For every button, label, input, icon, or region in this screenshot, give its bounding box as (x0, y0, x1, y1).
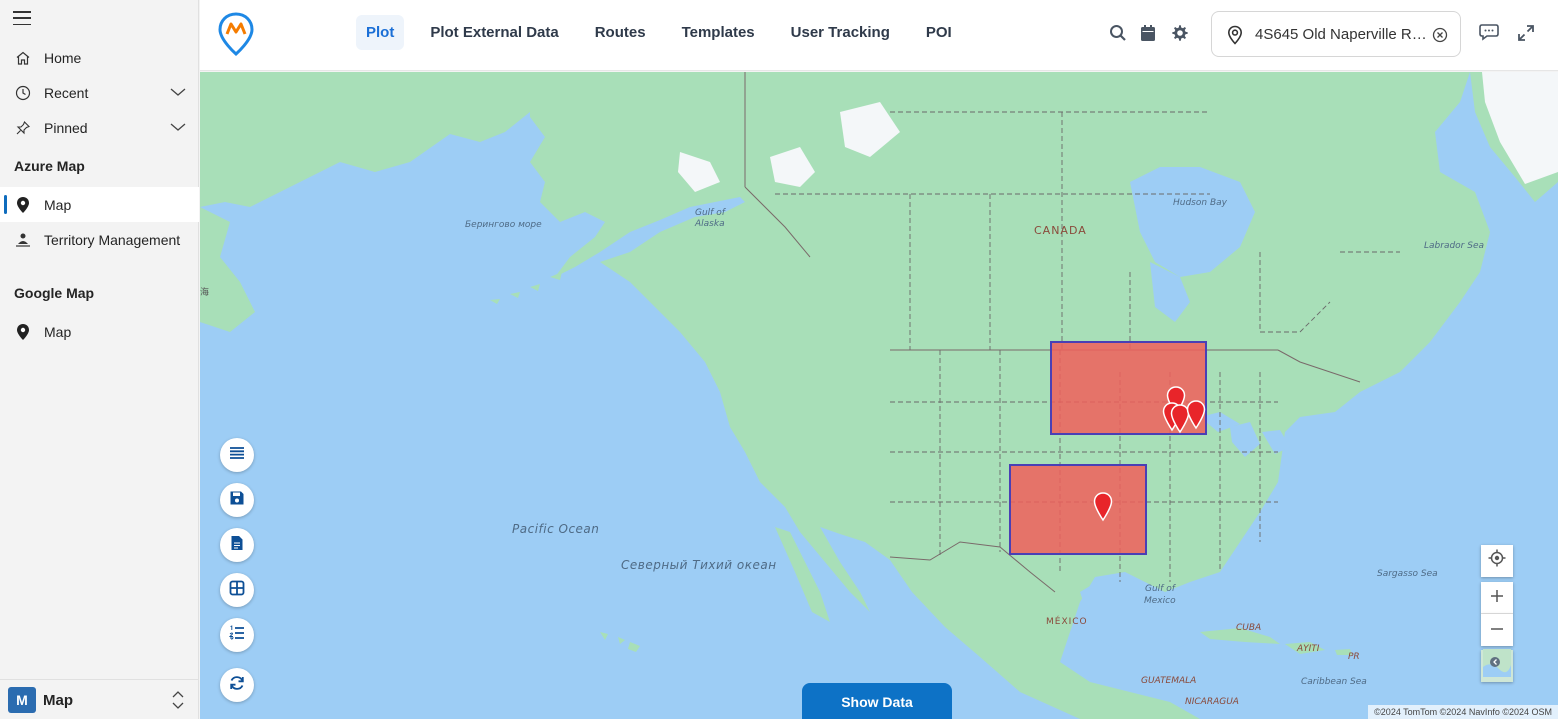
expand-icon[interactable] (1516, 23, 1536, 43)
map-label-bering: Берингово море (465, 220, 542, 230)
address-search-value[interactable]: 4S645 Old Naperville Road, Naperville, I… (1255, 26, 1427, 43)
map-label-pacific-ru: Северный Тихий океан (621, 558, 777, 572)
sidebar-item-google-map[interactable]: Map (0, 314, 199, 349)
territory-south[interactable] (1009, 464, 1147, 555)
app-badge: M (8, 687, 36, 713)
map-label-pacific-ocean: Pacific Ocean (512, 522, 600, 536)
map-label-haiti: AYITI (1297, 644, 1320, 654)
map-style-button[interactable] (1481, 649, 1513, 683)
sidebar-item-label: Recent (44, 84, 89, 101)
top-bar: Plot Plot External Data Routes Templates… (200, 0, 1558, 71)
list-icon (229, 446, 245, 465)
chevron-down-icon[interactable] (169, 120, 187, 136)
map-basemap (200, 72, 1558, 719)
tab-poi[interactable]: POI (916, 15, 962, 50)
map-marker-icon (14, 323, 32, 341)
map-label-hudson: Hudson Bay (1173, 198, 1227, 208)
list-button[interactable] (220, 438, 254, 472)
app-logo-icon[interactable] (218, 12, 254, 61)
map-label-gulf-alaska-2: Alaska (695, 219, 725, 229)
chevron-up-down-icon[interactable] (171, 690, 185, 715)
home-icon (14, 49, 32, 67)
map-marker-icon (14, 196, 32, 214)
map-label-caribbean: Caribbean Sea (1301, 677, 1367, 687)
map-label-gulf-alaska-1: Gulf of (695, 208, 725, 218)
map-label-nicaragua: NICARAGUA (1185, 697, 1239, 707)
pin-icon (14, 119, 32, 137)
map-label-canada: CANADA (1034, 224, 1087, 237)
gear-icon[interactable] (1170, 23, 1190, 43)
sidebar-item-label: Home (44, 49, 82, 66)
tab-user-tracking[interactable]: User Tracking (781, 15, 900, 50)
my-location-button[interactable] (1481, 545, 1513, 577)
save-icon (229, 490, 245, 511)
crosshair-icon (1488, 549, 1506, 573)
map-marker[interactable] (1186, 400, 1206, 430)
chat-icon[interactable] (1479, 22, 1499, 42)
map-marker[interactable] (1093, 492, 1113, 522)
sidebar-item-territory-management[interactable]: Territory Management (0, 222, 199, 257)
main-nav: Plot Plot External Data Routes Templates… (356, 15, 978, 50)
map-label-pr: PR (1348, 652, 1360, 662)
calendar-icon[interactable] (1138, 23, 1158, 43)
map-label-cuba: CUBA (1236, 623, 1262, 633)
show-data-button[interactable]: Show Data (802, 683, 952, 719)
map-label-labrador: Labrador Sea (1424, 241, 1485, 251)
sidebar-item-label: Pinned (44, 119, 88, 136)
refresh-icon (229, 675, 245, 696)
sidebar-item-pinned[interactable]: Pinned (0, 110, 199, 145)
numbered-list-icon (228, 624, 245, 646)
tab-plot-external-data[interactable]: Plot External Data (420, 15, 568, 50)
location-pin-icon (1227, 25, 1243, 50)
clear-icon[interactable] (1432, 27, 1448, 48)
section-title-google-map: Google Map (14, 285, 95, 301)
refresh-button[interactable] (220, 668, 254, 702)
zoom-out-button[interactable] (1481, 614, 1513, 646)
minus-icon (1490, 619, 1504, 642)
sidebar-item-label: Territory Management (44, 231, 181, 248)
save-button[interactable] (220, 483, 254, 517)
address-search-box[interactable]: 4S645 Old Naperville Road, Naperville, I… (1211, 11, 1461, 57)
map-attribution: ©2024 TomTom ©2024 NavInfo ©2024 OSM (1368, 705, 1558, 719)
section-title-azure-map: Azure Map (14, 158, 85, 174)
sidebar-item-label: Map (44, 196, 72, 213)
table-icon (229, 580, 245, 601)
clock-icon (14, 84, 32, 102)
document-button[interactable] (220, 528, 254, 562)
chevron-down-icon[interactable] (169, 85, 187, 101)
territory-icon (14, 231, 32, 249)
sidebar-item-home[interactable]: Home (0, 40, 199, 75)
map-label-guatemala: GUATEMALA (1141, 676, 1197, 686)
plus-icon (1490, 586, 1504, 609)
sidebar-item-label: Map (44, 323, 72, 340)
tab-routes[interactable]: Routes (585, 15, 656, 50)
tab-plot[interactable]: Plot (356, 15, 405, 50)
tab-templates[interactable]: Templates (672, 15, 765, 50)
map-label-cjk: 海 (200, 288, 210, 298)
map-label-gulf-mexico-1: Gulf of (1145, 584, 1175, 594)
sidebar: Home Recent Pinned Azure Map Map Territo… (0, 0, 199, 719)
hamburger-menu-icon[interactable] (13, 11, 31, 25)
table-button[interactable] (220, 573, 254, 607)
zoom-in-button[interactable] (1481, 582, 1513, 614)
map-label-gulf-mexico-2: Mexico (1144, 596, 1176, 606)
map-label-mexico: MÉXICO (1046, 617, 1088, 627)
document-icon (230, 535, 244, 556)
map-label-sargasso: Sargasso Sea (1377, 569, 1438, 579)
map-style-icon (1483, 649, 1511, 683)
search-icon[interactable] (1108, 23, 1128, 43)
sidebar-item-azure-map[interactable]: Map (0, 187, 199, 222)
app-name: Map (43, 692, 73, 709)
app-switcher[interactable]: M Map (0, 679, 199, 719)
sidebar-item-recent[interactable]: Recent (0, 75, 199, 110)
numbered-list-button[interactable] (220, 618, 254, 652)
map-canvas[interactable]: CANADA MÉXICO Pacific Ocean Северный Тих… (200, 72, 1558, 719)
